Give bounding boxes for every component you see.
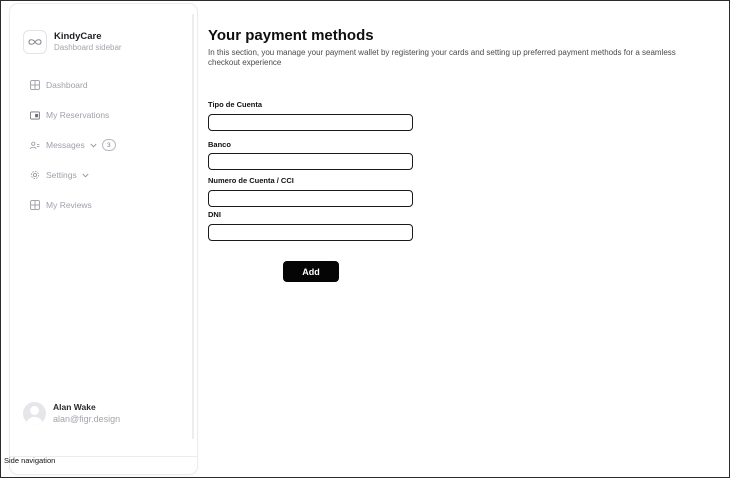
brand-subtitle: Dashboard sidebar (54, 43, 122, 52)
user-name: Alan Wake (53, 402, 96, 412)
sidebar-item-label: Settings (46, 170, 77, 180)
users-icon (30, 140, 40, 150)
grid-icon (30, 200, 40, 210)
user-profile[interactable]: Alan Wake alan@figr.design (23, 402, 120, 425)
banco-input[interactable] (208, 153, 413, 170)
messages-count-badge: 3 (101, 139, 116, 151)
sidebar-item-label: My Reviews (46, 200, 92, 210)
numero-de-cuenta-label: Numero de Cuenta / CCI (208, 176, 294, 185)
page-description: In this section, you manage your payment… (208, 48, 676, 67)
sidebar-item-dashboard[interactable]: Dashboard (30, 70, 116, 100)
add-button[interactable]: Add (283, 261, 339, 282)
tipo-de-cuenta-input[interactable] (208, 114, 413, 131)
page-title: Your payment methods (208, 27, 374, 44)
sidebar-nav: Dashboard My Reservations Messages 3 Set… (30, 70, 116, 220)
chevron-down-icon[interactable] (82, 173, 89, 178)
side-navigation: KindyCare Dashboard sidebar Dashboard My… (10, 4, 197, 474)
sidebar-scrollbar[interactable] (192, 14, 194, 439)
tipo-de-cuenta-label: Tipo de Cuenta (208, 100, 263, 109)
brand-name: KindyCare (54, 31, 102, 42)
sidebar-item-label: Dashboard (46, 80, 88, 90)
sidebar-item-label: My Reservations (46, 110, 110, 120)
sidebar-item-my-reviews[interactable]: My Reviews (30, 190, 116, 220)
sidebar-item-label: Messages (46, 140, 85, 150)
avatar (23, 402, 46, 425)
sidebar-item-messages[interactable]: Messages 3 (30, 130, 116, 160)
infinity-icon (23, 30, 47, 54)
dni-input[interactable] (208, 224, 413, 241)
numero-de-cuenta-input[interactable] (208, 190, 413, 207)
brand[interactable]: KindyCare Dashboard sidebar (23, 30, 122, 54)
user-email: alan@figr.design (53, 414, 121, 424)
banco-label: Banco (208, 140, 231, 149)
calendar-card-icon (30, 110, 40, 120)
grid-icon (30, 80, 40, 90)
side-navigation-caption: Side navigation (4, 456, 56, 465)
dni-label: DNI (208, 210, 221, 219)
payment-methods-panel: Your payment methods In this section, yo… (208, 28, 708, 328)
sidebar-item-my-reservations[interactable]: My Reservations (30, 100, 116, 130)
sidebar-item-settings[interactable]: Settings (30, 160, 116, 190)
chevron-down-icon[interactable] (90, 143, 97, 148)
gear-icon (30, 170, 40, 180)
